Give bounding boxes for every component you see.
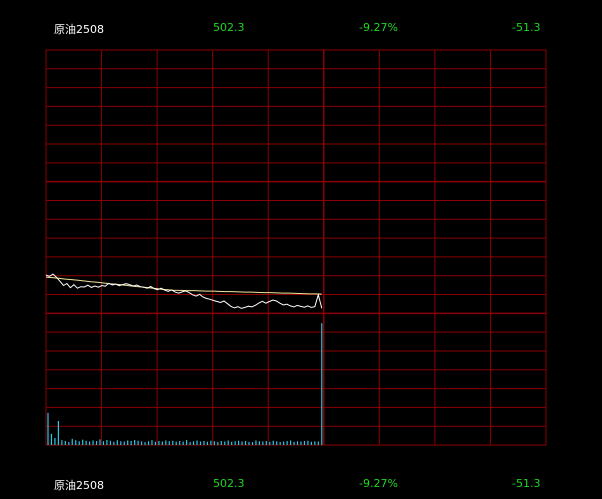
footer-symbol-label[interactable]: 原油2508 (54, 477, 104, 493)
plot-border (45, 49, 547, 446)
footer-change-value: -51.3 (512, 477, 541, 490)
quote-footer: 原油2508 502.3 -9.27% -51.3 (0, 472, 602, 494)
footer-last-price: 502.3 (213, 477, 245, 490)
price-line (45, 273, 323, 309)
footer-change-percent: -9.27% (359, 477, 398, 490)
intraday-chart[interactable] (0, 0, 602, 499)
